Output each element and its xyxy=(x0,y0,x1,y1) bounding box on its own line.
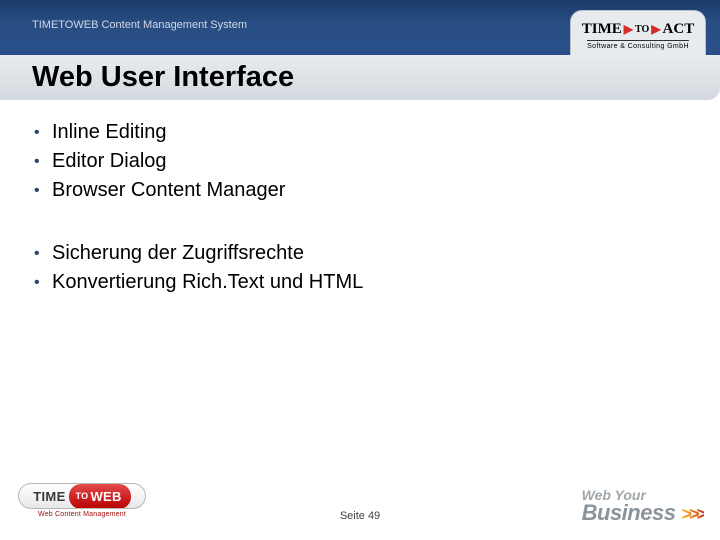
web-your-business-logo: Web Your Business >>> xyxy=(582,487,704,526)
ttw-red-badge: TO WEB xyxy=(69,484,131,509)
company-name: TIME ▶ TO ▶ ACT xyxy=(582,21,694,38)
bullet-icon: • xyxy=(34,176,52,205)
bullet-icon: • xyxy=(34,118,52,147)
ttw-part1: TIME xyxy=(33,489,65,504)
bullet-text: Sicherung der Zugriffsrechte xyxy=(52,239,304,268)
company-subtitle: Software & Consulting GmbH xyxy=(587,40,689,50)
company-connector: TO xyxy=(635,24,649,35)
list-item: • Sicherung der Zugriffsrechte xyxy=(34,239,674,268)
wyb-line2: Business xyxy=(582,500,676,526)
triangle-icon: ▶ xyxy=(651,22,660,37)
company-badge: TIME ▶ TO ▶ ACT Software & Consulting Gm… xyxy=(570,10,706,60)
chevron-icon: >>> xyxy=(681,504,704,525)
triangle-icon: ▶ xyxy=(624,22,633,37)
bullet-text: Konvertierung Rich.Text und HTML xyxy=(52,268,363,297)
title-row: Web User Interface xyxy=(0,55,720,100)
list-item: • Editor Dialog xyxy=(34,147,674,176)
content: • Inline Editing • Editor Dialog • Brows… xyxy=(34,118,674,331)
page-title: Web User Interface xyxy=(32,61,294,94)
bullet-icon: • xyxy=(34,239,52,268)
ttw-part2: WEB xyxy=(90,489,121,504)
list-item: • Browser Content Manager xyxy=(34,176,674,205)
bullet-text: Editor Dialog xyxy=(52,147,167,176)
company-name-part2: ACT xyxy=(663,21,695,38)
company-name-part1: TIME xyxy=(582,21,622,38)
ttw-subtitle: Web Content Management xyxy=(18,511,146,518)
bullet-icon: • xyxy=(34,268,52,297)
list-item: • Inline Editing xyxy=(34,118,674,147)
bullet-text: Browser Content Manager xyxy=(52,176,285,205)
bullet-text: Inline Editing xyxy=(52,118,167,147)
timetoweb-logo: TIME TO WEB Web Content Management xyxy=(18,483,146,518)
ttw-connector: TO xyxy=(76,491,89,501)
slide: TIMETOWEB Content Management System TIME… xyxy=(0,0,720,540)
bullet-icon: • xyxy=(34,147,52,176)
list-item: • Konvertierung Rich.Text und HTML xyxy=(34,268,674,297)
breadcrumb: TIMETOWEB Content Management System xyxy=(32,19,247,31)
footer: TIME TO WEB Web Content Management Seite… xyxy=(0,478,720,540)
bullet-group-2: • Sicherung der Zugriffsrechte • Konvert… xyxy=(34,239,674,297)
bullet-group-1: • Inline Editing • Editor Dialog • Brows… xyxy=(34,118,674,205)
timetoweb-pill: TIME TO WEB xyxy=(18,483,146,509)
page-number: Seite 49 xyxy=(340,510,380,522)
